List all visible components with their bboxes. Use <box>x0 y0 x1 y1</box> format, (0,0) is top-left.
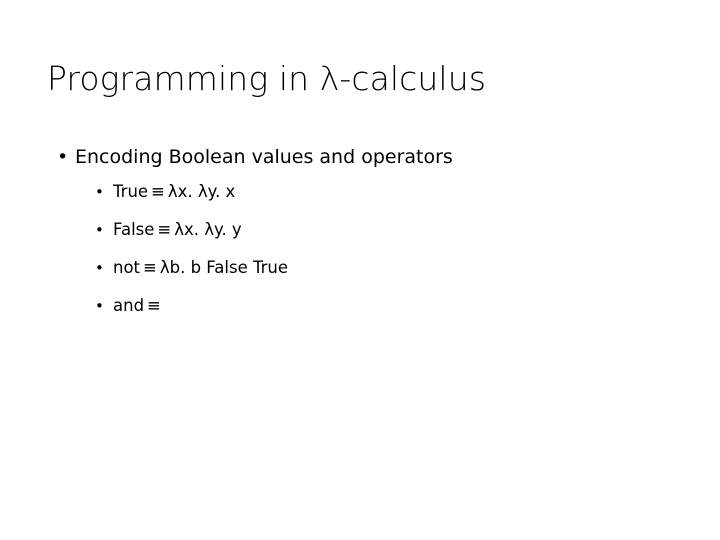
bullet-item-false: • False ≡ λx. λy. y <box>75 219 720 241</box>
term-definition-not: λb. b False True <box>159 258 289 277</box>
term-name-true: True <box>113 182 149 201</box>
page-title-suffix: -calculus <box>339 59 487 98</box>
equivalence-symbol: ≡ <box>147 296 161 315</box>
slide-body: • Encoding Boolean values and operators … <box>0 144 720 317</box>
term-definition-false: λx. λy. y <box>174 220 242 239</box>
equivalence-symbol: ≡ <box>143 258 157 277</box>
equivalence-symbol: ≡ <box>151 182 165 201</box>
page-title: Programming in λ-calculus <box>47 58 677 100</box>
bullet-dot-icon: • <box>95 259 104 277</box>
bullet-item-encoding-boolean: • Encoding Boolean values and operators … <box>0 144 720 317</box>
bullet-item-not: • not ≡ λb. b False True <box>75 257 720 279</box>
bullet-item-true: • True ≡ λx. λy. x <box>75 181 720 203</box>
bullet-dot-icon: • <box>95 297 104 315</box>
bullet-list-level2: • True ≡ λx. λy. x • False ≡ λx. λy. y • not… <box>75 181 720 317</box>
bullet-list-level1: • Encoding Boolean values and operators … <box>0 144 720 317</box>
term-name-not: not <box>113 258 141 277</box>
term-definition-true: λx. λy. x <box>167 182 236 201</box>
lambda-symbol-title: λ <box>319 59 340 98</box>
bullet-item-and: • and ≡ <box>75 295 720 317</box>
bullet-dot-icon: • <box>57 146 69 168</box>
term-name-and: and <box>113 296 145 315</box>
term-name-false: False <box>113 220 155 239</box>
bullet-label-level1: Encoding Boolean values and operators <box>75 146 453 168</box>
bullet-dot-icon: • <box>95 183 104 201</box>
equivalence-symbol: ≡ <box>157 220 172 239</box>
bullet-dot-icon: • <box>95 221 104 239</box>
page-title-prefix: Programming in <box>47 59 320 98</box>
slide-canvas: Programming in λ-calculus • Encoding Boo… <box>0 0 720 540</box>
